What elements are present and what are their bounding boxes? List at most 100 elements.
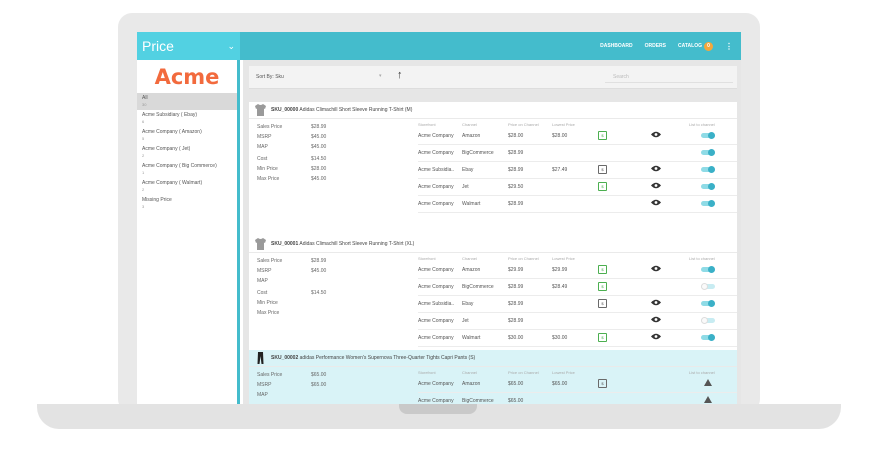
nav-catalog-label: CATALOG bbox=[678, 42, 702, 49]
product-header: SKU_00000 Adidas Climachill Short Sleeve… bbox=[249, 102, 737, 119]
dollar-icon[interactable]: $ bbox=[598, 333, 607, 342]
product-detail: MAP $45.00 bbox=[257, 144, 326, 150]
eye-icon[interactable] bbox=[651, 265, 661, 274]
dollar-icon[interactable]: $ bbox=[598, 282, 607, 291]
product-sku: SKU_00002 bbox=[271, 355, 299, 361]
detail-label: MAP bbox=[257, 144, 268, 150]
product-detail: Cost $14.50 bbox=[257, 290, 326, 296]
channel-row: Acme Company Amazon $29.99 $29.99 $ bbox=[418, 262, 737, 279]
nav-orders[interactable]: ORDERS bbox=[645, 43, 666, 49]
channel-channel: Amazon bbox=[462, 133, 481, 139]
list-to-channel-toggle[interactable] bbox=[701, 166, 715, 173]
search-input[interactable]: Search bbox=[605, 72, 733, 83]
product-title: SKU_00000 Adidas Climachill Short Sleeve… bbox=[271, 107, 412, 113]
sidebar-filter-name: Missing Price bbox=[142, 197, 172, 203]
list-to-channel-toggle[interactable] bbox=[701, 132, 715, 139]
detail-value: $45.00 bbox=[311, 176, 327, 182]
channel-store: Acme Company bbox=[418, 381, 454, 387]
channel-channel: BigCommerce bbox=[462, 398, 494, 404]
product-detail: Cost $14.50 bbox=[257, 156, 326, 162]
channel-row: Acme Company BigCommerce $28.99 bbox=[418, 145, 737, 162]
detail-label: Cost bbox=[257, 156, 268, 162]
sidebar-filter-item[interactable]: All 30 bbox=[137, 93, 237, 110]
sort-by[interactable]: Sort By: Sku bbox=[256, 74, 284, 80]
toggle-knob bbox=[701, 317, 708, 324]
channel-store: Acme Subsidia.. bbox=[418, 167, 455, 173]
sidebar-filter-item[interactable]: Acme Subsidiary ( Ebay) 6 bbox=[137, 110, 237, 127]
sidebar-filter-item[interactable]: Acme Company ( Jet) 2 bbox=[137, 144, 237, 161]
channel-price: $65.00 bbox=[508, 398, 524, 404]
toggle-knob bbox=[708, 200, 715, 207]
sidebar-filter-count: 3 bbox=[142, 204, 145, 209]
list-to-channel-toggle[interactable] bbox=[701, 317, 715, 324]
dollar-icon[interactable]: $ bbox=[598, 379, 607, 388]
main-content: Sort By: Sku ▾ ↑ Search SKU_00000 Adidas… bbox=[243, 60, 741, 404]
product-detail: Max Price bbox=[257, 310, 311, 316]
detail-value: $28.99 bbox=[311, 258, 327, 264]
list-to-channel-toggle[interactable] bbox=[701, 183, 715, 190]
detail-label: Sales Price bbox=[257, 258, 283, 264]
sidebar: Acme All 30 Acme Subsidiary ( Ebay) 6 Acme C… bbox=[137, 60, 240, 404]
toggle-knob bbox=[708, 266, 715, 273]
detail-label: MSRP bbox=[257, 382, 272, 388]
nav-dashboard[interactable]: DASHBOARD bbox=[600, 43, 633, 49]
sidebar-filter-item[interactable]: Acme Company ( Big Commerce) 1 bbox=[137, 161, 237, 178]
channel-price: $29.99 bbox=[508, 267, 524, 273]
list-to-channel-toggle[interactable] bbox=[701, 200, 715, 207]
catalog-badge: 0 bbox=[704, 41, 713, 51]
channel-row: Acme Company BigCommerce $65.00 bbox=[418, 393, 737, 404]
sidebar-filter-name: Acme Subsidiary ( Ebay) bbox=[142, 112, 198, 118]
more-vert-icon[interactable]: ⋮ bbox=[725, 42, 733, 51]
sidebar-filter-count: 5 bbox=[142, 136, 145, 141]
channel-channel: BigCommerce bbox=[462, 150, 494, 156]
eye-icon[interactable] bbox=[651, 199, 661, 208]
product-card: SKU_00000 Adidas Climachill Short Sleeve… bbox=[249, 102, 737, 237]
sidebar-filter-count: 2 bbox=[142, 153, 145, 158]
warning-icon bbox=[704, 379, 712, 386]
column-header-lowest-price: Lowest Price bbox=[552, 256, 575, 261]
detail-value: $28.99 bbox=[311, 124, 327, 130]
dollar-icon[interactable]: $ bbox=[598, 265, 607, 274]
price-dropdown[interactable]: Price ⌄ bbox=[137, 32, 240, 60]
eye-icon[interactable] bbox=[651, 131, 661, 140]
dollar-icon[interactable]: $ bbox=[598, 182, 607, 191]
list-to-channel-toggle[interactable] bbox=[701, 300, 715, 307]
sort-caret-icon[interactable]: ▾ bbox=[379, 73, 382, 79]
list-to-channel-toggle[interactable] bbox=[701, 334, 715, 341]
list-to-channel-toggle[interactable] bbox=[701, 266, 715, 273]
sidebar-filter-name: Acme Company ( Amazon) bbox=[142, 129, 202, 135]
channel-lowest: $30.00 bbox=[552, 335, 568, 341]
product-detail: Min Price bbox=[257, 300, 311, 306]
product-sku: SKU_00000 bbox=[271, 107, 299, 113]
dollar-icon[interactable]: $ bbox=[598, 131, 607, 140]
toggle-knob bbox=[708, 166, 715, 173]
sort-direction-arrow-icon[interactable]: ↑ bbox=[397, 69, 403, 81]
detail-label: Cost bbox=[257, 290, 268, 296]
sort-toolbar: Sort By: Sku ▾ ↑ Search bbox=[249, 66, 737, 89]
sidebar-filter-item[interactable]: Acme Company ( Amazon) 5 bbox=[137, 127, 237, 144]
channel-price: $30.00 bbox=[508, 335, 524, 341]
product-detail: Min Price $28.00 bbox=[257, 166, 326, 172]
detail-value: $14.50 bbox=[311, 156, 327, 162]
sidebar-filter-item[interactable]: Acme Company ( Walmart) 2 bbox=[137, 178, 237, 195]
sidebar-filter-item[interactable]: Missing Price 3 bbox=[137, 195, 237, 212]
eye-icon[interactable] bbox=[651, 316, 661, 325]
eye-icon[interactable] bbox=[651, 182, 661, 191]
eye-icon[interactable] bbox=[651, 333, 661, 342]
detail-label: Min Price bbox=[257, 166, 278, 172]
eye-icon[interactable] bbox=[651, 165, 661, 174]
channel-store: Acme Company bbox=[418, 398, 454, 404]
detail-label: MSRP bbox=[257, 134, 272, 140]
toggle-knob bbox=[701, 283, 708, 290]
channel-lowest: $27.49 bbox=[552, 167, 568, 173]
eye-icon[interactable] bbox=[651, 299, 661, 308]
warning-icon bbox=[704, 396, 712, 403]
nav-catalog[interactable]: CATALOG 0 bbox=[678, 41, 713, 51]
dollar-icon[interactable]: $ bbox=[598, 165, 607, 174]
list-to-channel-toggle[interactable] bbox=[701, 283, 715, 290]
list-to-channel-toggle[interactable] bbox=[701, 149, 715, 156]
product-name: adidas Performance Women's Supernova Thr… bbox=[299, 355, 476, 361]
channel-store: Acme Company bbox=[418, 150, 454, 156]
channel-channel: Amazon bbox=[462, 267, 481, 273]
dollar-icon[interactable]: $ bbox=[598, 299, 607, 308]
